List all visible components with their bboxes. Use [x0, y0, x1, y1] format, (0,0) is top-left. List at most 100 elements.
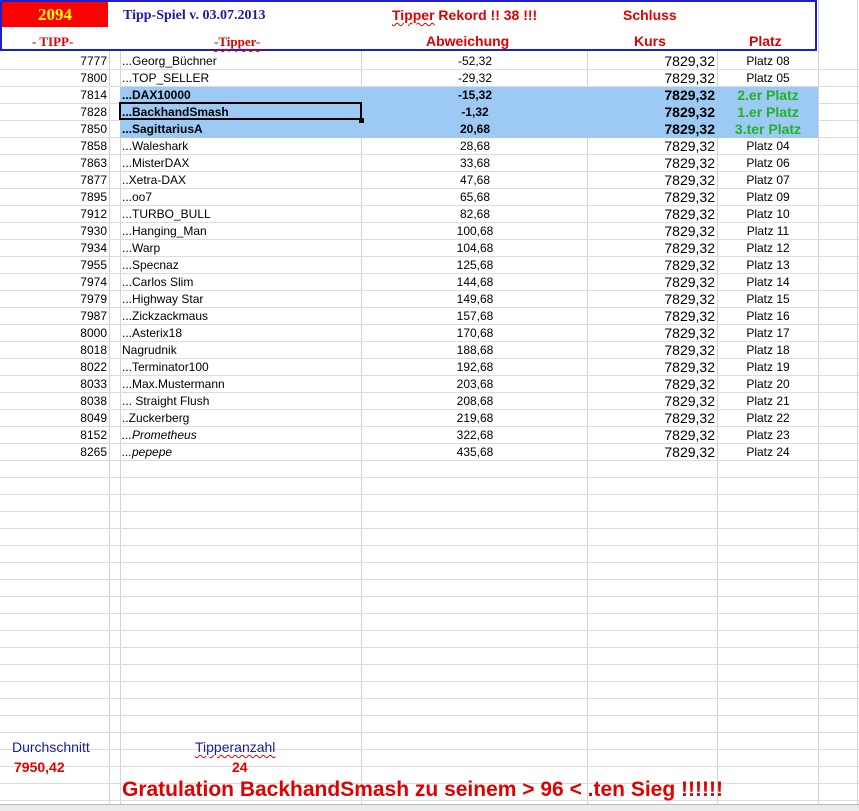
platz-cell[interactable]: 2.er Platz [718, 87, 818, 104]
gratulation-message[interactable]: Gratulation BackhandSmash zu seinem > 96… [122, 778, 723, 802]
platz-cell[interactable]: Platz 13 [718, 257, 818, 274]
tipp-cell[interactable]: 7979 [0, 291, 107, 308]
kurs-cell[interactable]: 7829,32 [588, 53, 715, 70]
tipper-cell[interactable]: ...Warp [122, 240, 362, 257]
abweichung-cell[interactable]: 170,68 [362, 325, 588, 342]
tipp-cell[interactable]: 7850 [0, 121, 107, 138]
table-row[interactable]: 7800 ...TOP_SELLER -29,32 7829,32 Platz 05 [0, 70, 859, 87]
tipp-cell[interactable]: 8033 [0, 376, 107, 393]
kurs-cell[interactable]: 7829,32 [588, 393, 715, 410]
table-row[interactable]: 7828 ...BackhandSmash -1,32 7829,32 1.er Pla… [0, 104, 859, 121]
durchschnitt-value[interactable]: 7950,42 [14, 759, 65, 775]
kurs-cell[interactable]: 7829,32 [588, 325, 715, 342]
table-row[interactable]: 7979 ...Highway Star 149,68 7829,32 Platz 15 [0, 291, 859, 308]
column-header-kurs[interactable]: Kurs [634, 33, 666, 49]
abweichung-cell[interactable]: 435,68 [362, 444, 588, 461]
abweichung-cell[interactable]: 28,68 [362, 138, 588, 155]
abweichung-cell[interactable]: 192,68 [362, 359, 588, 376]
tipp-cell[interactable]: 7800 [0, 70, 107, 87]
tipperanzahl-value[interactable]: 24 [232, 759, 248, 775]
tipp-cell[interactable]: 8049 [0, 410, 107, 427]
tipp-cell[interactable]: 7934 [0, 240, 107, 257]
table-row[interactable]: 7777 ...Georg_Büchner -52,32 7829,32 Platz 0… [0, 53, 859, 70]
platz-cell[interactable]: Platz 20 [718, 376, 818, 393]
tipper-cell[interactable]: ...Terminator100 [122, 359, 362, 376]
kurs-cell[interactable]: 7829,32 [588, 189, 715, 206]
tipper-cell[interactable]: ...BackhandSmash [122, 104, 362, 121]
table-row[interactable]: 7930 ...Hanging_Man 100,68 7829,32 Platz 11 [0, 223, 859, 240]
platz-cell[interactable]: Platz 24 [718, 444, 818, 461]
durchschnitt-label[interactable]: Durchschnitt [12, 739, 90, 755]
tipper-cell[interactable]: ...SagittariusA [122, 121, 362, 138]
tipper-cell[interactable]: ...Prometheus [122, 427, 362, 444]
platz-cell[interactable]: Platz 08 [718, 53, 818, 70]
platz-cell[interactable]: Platz 10 [718, 206, 818, 223]
table-row[interactable]: 7814 ...DAX10000 -15,32 7829,32 2.er Platz [0, 87, 859, 104]
table-row[interactable]: 7955 ...Specnaz 125,68 7829,32 Platz 13 [0, 257, 859, 274]
abweichung-cell[interactable]: 157,68 [362, 308, 588, 325]
tipp-cell[interactable]: 7912 [0, 206, 107, 223]
tipper-cell[interactable]: ...TOP_SELLER [122, 70, 362, 87]
abweichung-cell[interactable]: 82,68 [362, 206, 588, 223]
abweichung-cell[interactable]: 322,68 [362, 427, 588, 444]
table-row[interactable]: 7863 ...MisterDAX 33,68 7829,32 Platz 06 [0, 155, 859, 172]
platz-cell[interactable]: Platz 09 [718, 189, 818, 206]
platz-cell[interactable]: Platz 05 [718, 70, 818, 87]
kurs-cell[interactable]: 7829,32 [588, 87, 715, 104]
abweichung-cell[interactable]: 20,68 [362, 121, 588, 138]
tipp-cell[interactable]: 7930 [0, 223, 107, 240]
kurs-cell[interactable]: 7829,32 [588, 206, 715, 223]
table-row[interactable]: 8022 ...Terminator100 192,68 7829,32 Platz 1… [0, 359, 859, 376]
kurs-cell[interactable]: 7829,32 [588, 308, 715, 325]
platz-cell[interactable]: Platz 04 [718, 138, 818, 155]
platz-cell[interactable]: Platz 07 [718, 172, 818, 189]
table-row[interactable]: 7895 ...oo7 65,68 7829,32 Platz 09 [0, 189, 859, 206]
kurs-cell[interactable]: 7829,32 [588, 223, 715, 240]
tipp-number[interactable]: 2094 [2, 2, 108, 27]
table-row[interactable]: 8049 ..Zuckerberg 219,68 7829,32 Platz 22 [0, 410, 859, 427]
tipp-cell[interactable]: 8265 [0, 444, 107, 461]
abweichung-cell[interactable]: 208,68 [362, 393, 588, 410]
kurs-cell[interactable]: 7829,32 [588, 291, 715, 308]
platz-cell[interactable]: Platz 19 [718, 359, 818, 376]
column-header-platz[interactable]: Platz [749, 33, 782, 49]
tipper-cell[interactable]: ...Waleshark [122, 138, 362, 155]
tipper-cell[interactable]: ...Carlos Slim [122, 274, 362, 291]
table-row[interactable]: 8000 ...Asterix18 170,68 7829,32 Platz 17 [0, 325, 859, 342]
tipper-cell[interactable]: ...Max.Mustermann [122, 376, 362, 393]
kurs-cell[interactable]: 7829,32 [588, 427, 715, 444]
rekord-text[interactable]: Tipper Rekord !! 38 !!! [392, 7, 537, 23]
kurs-cell[interactable]: 7829,32 [588, 444, 715, 461]
kurs-cell[interactable]: 7829,32 [588, 172, 715, 189]
tipper-cell[interactable]: ...Zickzackmaus [122, 308, 362, 325]
platz-cell[interactable]: Platz 15 [718, 291, 818, 308]
tipp-cell[interactable]: 7777 [0, 53, 107, 70]
table-row[interactable]: 7974 ...Carlos Slim 144,68 7829,32 Platz 14 [0, 274, 859, 291]
abweichung-cell[interactable]: -1,32 [362, 104, 588, 121]
kurs-cell[interactable]: 7829,32 [588, 359, 715, 376]
platz-cell[interactable]: Platz 23 [718, 427, 818, 444]
tipper-cell[interactable]: ...oo7 [122, 189, 362, 206]
game-title[interactable]: Tipp-Spiel v. 03.07.2013 [123, 8, 266, 24]
table-row[interactable]: 8265 ...pepepe 435,68 7829,32 Platz 24 [0, 444, 859, 461]
column-header-tipp[interactable]: - TIPP- [32, 34, 73, 50]
platz-cell[interactable]: Platz 11 [718, 223, 818, 240]
platz-cell[interactable]: Platz 12 [718, 240, 818, 257]
abweichung-cell[interactable]: -15,32 [362, 87, 588, 104]
tipper-cell[interactable]: Nagrudnik [122, 342, 362, 359]
table-row[interactable]: 7877 ..Xetra-DAX 47,68 7829,32 Platz 07 [0, 172, 859, 189]
kurs-cell[interactable]: 7829,32 [588, 342, 715, 359]
platz-cell[interactable]: 3.ter Platz [718, 121, 818, 138]
column-header-abweichung[interactable]: Abweichung [426, 33, 509, 49]
table-row[interactable]: 7850 ...SagittariusA 20,68 7829,32 3.ter Pla… [0, 121, 859, 138]
kurs-cell[interactable]: 7829,32 [588, 376, 715, 393]
tipper-cell[interactable]: ...Georg_Büchner [122, 53, 362, 70]
tipp-cell[interactable]: 8038 [0, 393, 107, 410]
platz-cell[interactable]: Platz 21 [718, 393, 818, 410]
table-row[interactable]: 8038 ... Straight Flush 208,68 7829,32 Platz… [0, 393, 859, 410]
abweichung-cell[interactable]: 125,68 [362, 257, 588, 274]
tipper-cell[interactable]: ..Xetra-DAX [122, 172, 362, 189]
kurs-cell[interactable]: 7829,32 [588, 274, 715, 291]
abweichung-cell[interactable]: 33,68 [362, 155, 588, 172]
table-row[interactable]: 7987 ...Zickzackmaus 157,68 7829,32 Platz 16 [0, 308, 859, 325]
